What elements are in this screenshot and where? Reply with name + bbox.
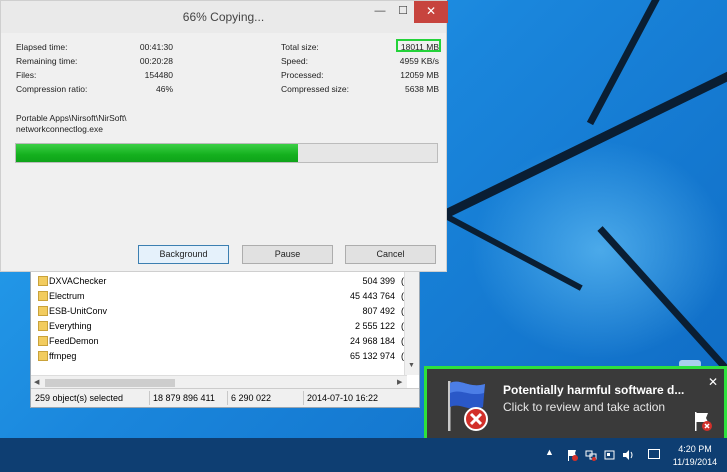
file-size: 45 443 764 [349, 291, 395, 301]
total-size-label: Total size: [281, 42, 319, 52]
path-filename: networkconnectlog.exe [16, 124, 103, 134]
scrollbar-thumb[interactable] [45, 379, 175, 387]
list-item[interactable]: ESB-UnitConv 807 492( [35, 304, 407, 319]
pause-button[interactable]: Pause [242, 245, 333, 264]
file-name: FeedDemon [49, 336, 99, 346]
total-size-highlight [396, 39, 441, 52]
progress-fill [16, 144, 299, 162]
status-divider [303, 391, 304, 405]
file-manager-window: DXVAChecker 504 399(Electrum 45 443 764(ES… [30, 262, 420, 408]
list-item[interactable]: DXVAChecker 504 399( [35, 274, 407, 289]
status-size: 18 879 896 411 [153, 393, 215, 403]
elapsed-time-value: 00:41:30 [139, 42, 173, 52]
security-notification-toast[interactable]: Potentially harmful software d... Click … [424, 366, 727, 443]
scroll-down-icon[interactable]: ▼ [408, 362, 415, 369]
compressed-size-label: Compressed size: [281, 84, 350, 94]
processed-value: 12059 MB [400, 70, 439, 80]
list-item[interactable]: FeedDemon 24 968 184( [35, 334, 407, 349]
network-tray-icon[interactable] [585, 449, 597, 461]
file-list: DXVAChecker 504 399(Electrum 45 443 764(ES… [35, 266, 407, 374]
file-size: 24 968 184 [349, 336, 395, 346]
folder-icon [38, 321, 48, 331]
scroll-left-icon[interactable]: ◀ [34, 378, 39, 386]
maximize-button[interactable]: ☐ [392, 1, 414, 23]
copy-progress-dialog: 66% Copying... — ☐ ✕ Elapsed time: 00:41… [0, 0, 448, 272]
compressed-size-value: 5638 MB [404, 84, 439, 94]
compression-ratio-label: Compression ratio: [16, 84, 88, 94]
minimize-button[interactable]: — [369, 1, 391, 23]
close-button[interactable]: ✕ [414, 1, 448, 23]
toast-close-button[interactable]: ✕ [708, 375, 718, 389]
clock-time: 4:20 PM [678, 444, 712, 454]
cancel-button[interactable]: Cancel [345, 245, 436, 264]
small-flag-icon [695, 412, 712, 431]
title-bar[interactable]: 66% Copying... — ☐ ✕ [1, 1, 448, 33]
file-size: 65 132 974 [349, 351, 395, 361]
status-bar: 259 object(s) selected 18 879 896 411 6 … [31, 388, 419, 407]
folder-icon [38, 291, 48, 301]
file-name: ESB-UnitConv [49, 306, 108, 316]
files-label: Files: [16, 70, 37, 80]
action-center-flag-icon [448, 381, 488, 431]
speed-value: 4959 KB/s [399, 56, 439, 66]
toast-title: Potentially harmful software d... [503, 383, 685, 397]
status-date: 2014-07-10 16:22 [307, 393, 379, 403]
current-file-path: Portable Apps\Nirsoft\NirSoft\ networkco… [16, 113, 316, 135]
file-name: DXVAChecker [49, 276, 107, 286]
compression-ratio-value: 46% [155, 84, 173, 94]
clock-date: 11/19/2014 [672, 457, 718, 467]
elapsed-time-label: Elapsed time: [16, 42, 68, 52]
taskbar: ▲ 4:20 PM 11/19/2014 [0, 438, 727, 472]
list-item[interactable]: ffmpeg 65 132 974( [35, 349, 407, 364]
toast-message: Click to review and take action [503, 400, 666, 414]
file-size: 2 555 122 [354, 321, 395, 331]
folder-icon [38, 306, 48, 316]
volume-icon[interactable] [622, 449, 634, 461]
folder-icon [38, 336, 48, 346]
remaining-time-value: 00:20:28 [139, 56, 173, 66]
file-name: Everything [49, 321, 92, 331]
tray-app-icon[interactable] [604, 449, 616, 461]
status-divider [227, 391, 228, 405]
system-clock[interactable]: 4:20 PM 11/19/2014 [667, 443, 723, 469]
processed-label: Processed: [281, 70, 324, 80]
file-size: 504 399 [362, 276, 395, 286]
status-divider [149, 391, 150, 405]
show-hidden-icons-chevron[interactable]: ▲ [545, 447, 555, 459]
wallpaper-beam [586, 0, 716, 126]
file-size: 807 492 [362, 306, 395, 316]
vertical-scrollbar[interactable]: ▲ ▼ [404, 263, 419, 375]
notifications-icon[interactable] [648, 449, 660, 459]
list-item[interactable]: Everything 2 555 122( [35, 319, 407, 334]
action-center-tray-icon[interactable] [566, 449, 578, 461]
scroll-right-icon[interactable]: ▶ [397, 378, 402, 386]
background-button[interactable]: Background [138, 245, 229, 264]
file-name: ffmpeg [49, 351, 77, 361]
folder-icon [38, 276, 48, 286]
path-folder: Portable Apps\Nirsoft\NirSoft\ [16, 113, 127, 123]
status-packed: 6 290 022 [231, 393, 272, 403]
remaining-time-label: Remaining time: [16, 56, 78, 66]
speed-label: Speed: [281, 56, 308, 66]
files-value: 154480 [144, 70, 173, 80]
file-name: Electrum [49, 291, 85, 301]
copy-progress-bar [15, 143, 438, 163]
folder-icon [38, 351, 48, 361]
list-item[interactable]: Electrum 45 443 764( [35, 289, 407, 304]
status-selected: 259 object(s) selected [35, 393, 124, 403]
